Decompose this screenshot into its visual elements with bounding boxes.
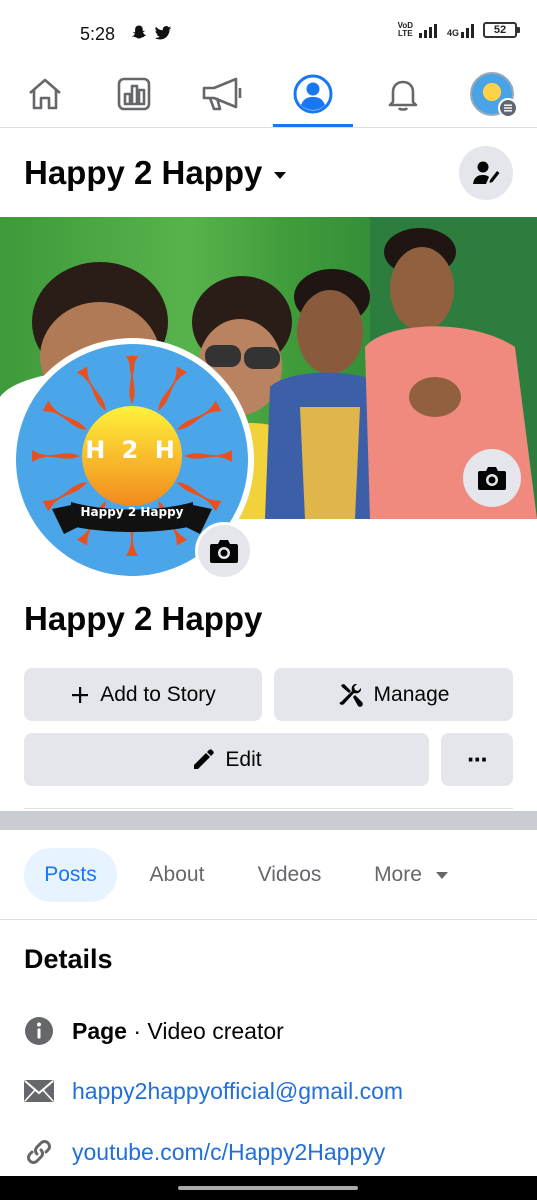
manage-label: Manage — [373, 682, 450, 706]
nav-page-menu[interactable] — [452, 60, 532, 127]
megaphone-icon — [202, 77, 242, 110]
envelope-icon — [24, 1076, 54, 1106]
top-nav-bar — [0, 60, 537, 128]
home-icon — [29, 78, 61, 109]
tab-posts[interactable]: Posts — [24, 848, 117, 902]
manage-button[interactable]: Manage — [274, 668, 513, 721]
network-type: 4G — [446, 28, 459, 38]
nav-notifications[interactable] — [363, 60, 443, 127]
divider — [24, 808, 513, 809]
battery-indicator: 52 — [483, 22, 520, 38]
plus-icon — [72, 686, 89, 703]
tab-more[interactable]: More — [356, 848, 466, 902]
volte-indicator: VoD LTE — [398, 22, 413, 38]
detail-email[interactable]: happy2happyofficial@gmail.com — [24, 1076, 403, 1106]
edit-cover-photo-button[interactable] — [463, 449, 521, 507]
tools-icon — [339, 683, 363, 707]
page-switcher[interactable]: Happy 2 Happy — [24, 154, 287, 192]
status-notification-icons — [130, 24, 172, 42]
status-system-icons: VoD LTE 4G 52 — [398, 22, 520, 38]
pencil-icon — [194, 748, 215, 769]
logo-text: H 2 H — [85, 436, 179, 464]
tab-videos-label: Videos — [257, 863, 322, 886]
profile-tabs: Posts About Videos More — [0, 830, 537, 920]
youtube-link[interactable]: youtube.com/c/Happy2Happyy — [72, 1139, 385, 1166]
snapchat-icon — [131, 25, 146, 39]
more-options-button[interactable]: ··· — [441, 733, 513, 786]
data-signal-icon: 4G — [447, 22, 477, 38]
profile-icon — [293, 74, 333, 113]
battery-level: 52 — [493, 24, 507, 36]
nav-profile[interactable] — [273, 60, 353, 127]
page-name: Happy 2 Happy — [24, 600, 263, 637]
page-header: Happy 2 Happy — [0, 128, 537, 216]
section-separator — [0, 811, 537, 830]
email-link[interactable]: happy2happyofficial@gmail.com — [72, 1078, 403, 1105]
signal-icon — [418, 24, 437, 38]
person-edit-icon — [473, 161, 500, 184]
caret-down-icon — [435, 871, 448, 879]
edit-profile-picture-button[interactable] — [195, 522, 253, 580]
bell-icon — [388, 80, 418, 111]
tab-posts-label: Posts — [44, 863, 97, 886]
info-icon — [24, 1016, 54, 1046]
tab-videos[interactable]: Videos — [238, 848, 341, 902]
tab-about[interactable]: About — [130, 848, 224, 902]
add-to-story-label: Add to Story — [100, 682, 216, 706]
add-to-story-button[interactable]: Add to Story — [24, 668, 262, 721]
camera-icon — [210, 540, 238, 563]
home-indicator[interactable] — [178, 1186, 358, 1190]
nav-insights[interactable] — [94, 60, 174, 127]
insights-icon — [117, 77, 151, 110]
edit-button[interactable]: Edit — [24, 733, 429, 786]
signal-bars-icon — [461, 24, 474, 38]
edit-profile-access-button[interactable] — [459, 146, 513, 200]
nav-ads[interactable] — [183, 60, 263, 127]
caret-down-icon — [274, 171, 287, 179]
page-avatar-menu-icon — [498, 97, 518, 118]
logo-banner-text: Happy 2 Happy — [80, 505, 184, 519]
status-bar: 5:28 VoD LTE 4G 52 — [0, 0, 537, 60]
volte-line2: LTE — [398, 29, 413, 38]
camera-icon — [478, 467, 506, 490]
tab-more-label: More — [374, 863, 422, 886]
detail-website[interactable]: youtube.com/c/Happy2Happyy — [24, 1137, 385, 1167]
page-avatar — [470, 71, 518, 118]
page-type-text: Page · Video creator — [72, 1018, 284, 1045]
link-icon — [24, 1137, 54, 1167]
nav-home[interactable] — [5, 60, 85, 127]
page-type-category: · Video creator — [126, 1017, 284, 1044]
details-heading: Details — [24, 944, 113, 974]
edit-label: Edit — [225, 747, 262, 771]
more-options-label: ··· — [467, 744, 489, 774]
twitter-icon — [154, 26, 172, 40]
page-header-title: Happy 2 Happy — [24, 154, 263, 191]
tab-about-label: About — [149, 863, 205, 886]
system-navigation-bar — [0, 1176, 537, 1200]
page-type-bold: Page — [72, 1017, 127, 1044]
detail-page-type: Page · Video creator — [24, 1016, 284, 1046]
status-time: 5:28 — [80, 24, 116, 44]
